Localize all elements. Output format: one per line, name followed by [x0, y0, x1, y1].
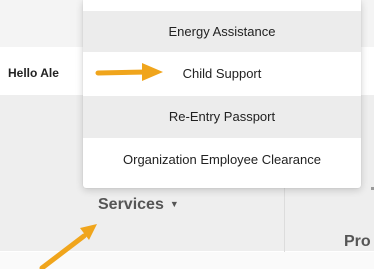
caret-down-icon: ▼	[169, 199, 179, 209]
services-menu-button[interactable]: Services ▼	[98, 196, 179, 214]
menu-item-organization-employee-clearance[interactable]: Organization Employee Clearance	[83, 138, 361, 182]
nav-item-partial[interactable]: Pro	[344, 233, 371, 251]
menu-item-child-support[interactable]: Child Support	[83, 52, 361, 96]
menu-item-energy-assistance[interactable]: Energy Assistance	[83, 11, 361, 52]
services-dropdown-menu: Energy Assistance Child Support Re-Entry…	[83, 0, 361, 188]
services-label: Services	[98, 196, 164, 213]
page-bottom	[0, 252, 374, 269]
greeting-text: Hello Ale	[8, 66, 59, 80]
menu-item-re-entry-passport[interactable]: Re-Entry Passport	[83, 96, 361, 138]
